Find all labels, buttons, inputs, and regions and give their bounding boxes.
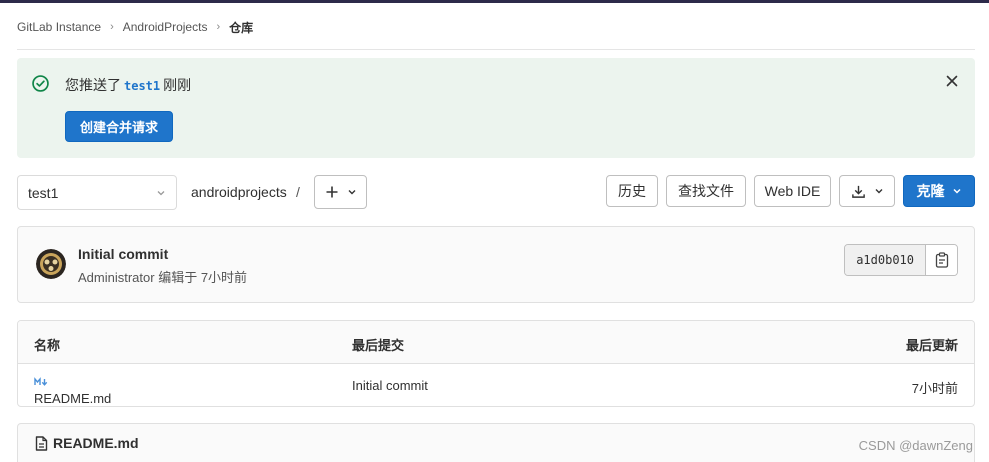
breadcrumb: GitLab Instance › AndroidProjects › 仓库 bbox=[17, 18, 253, 36]
breadcrumb-current[interactable]: 仓库 bbox=[229, 19, 253, 36]
push-alert: 您推送了 test1 刚刚 创建合并请求 bbox=[17, 58, 975, 158]
commit-title[interactable]: Initial commit bbox=[78, 246, 168, 262]
check-circle-icon bbox=[32, 75, 49, 92]
alert-message-suffix: 刚刚 bbox=[163, 77, 192, 93]
chevron-right-icon: › bbox=[110, 21, 114, 33]
commit-sha-group: a1d0b010 bbox=[844, 244, 958, 276]
file-table: 名称 最后提交 最后更新 README.md Initial commit 7小… bbox=[17, 320, 975, 407]
top-nav-edge bbox=[0, 0, 989, 3]
path-separator: / bbox=[296, 184, 300, 200]
table-row[interactable]: README.md Initial commit 7小时前 bbox=[18, 364, 974, 406]
clone-button-label: 克隆 bbox=[916, 183, 945, 199]
create-merge-request-button[interactable]: 创建合并请求 bbox=[65, 111, 173, 142]
alert-message-prefix: 您推送了 bbox=[65, 77, 121, 93]
table-header: 名称 最后提交 最后更新 bbox=[18, 321, 974, 364]
header-name: 名称 bbox=[34, 338, 61, 353]
chevron-down-icon bbox=[875, 189, 882, 194]
clipboard-icon bbox=[935, 252, 948, 268]
file-last-commit[interactable]: Initial commit bbox=[352, 378, 428, 393]
download-icon bbox=[851, 185, 865, 198]
breadcrumb-item-group[interactable]: AndroidProjects bbox=[123, 20, 208, 34]
avatar[interactable] bbox=[36, 249, 66, 279]
download-dropdown-button[interactable] bbox=[839, 175, 895, 207]
header-last-update: 最后更新 bbox=[905, 338, 958, 353]
readme-panel: README.md bbox=[17, 423, 975, 462]
chevron-down-icon bbox=[157, 191, 165, 196]
commit-sha[interactable]: a1d0b010 bbox=[845, 245, 926, 275]
commit-time: 编辑于 7小时前 bbox=[158, 270, 248, 285]
file-icon bbox=[35, 435, 48, 451]
plus-icon bbox=[326, 186, 337, 198]
add-dropdown-button[interactable] bbox=[314, 175, 367, 209]
commit-meta: Administrator 编辑于 7小时前 bbox=[78, 267, 247, 286]
watermark: CSDN @dawnZeng bbox=[858, 438, 973, 453]
history-button[interactable]: 历史 bbox=[606, 175, 658, 207]
alert-branch-name[interactable]: test1 bbox=[124, 79, 160, 93]
chevron-down-icon bbox=[952, 188, 961, 194]
file-name[interactable]: README.md bbox=[34, 391, 111, 406]
commit-author[interactable]: Administrator bbox=[78, 270, 155, 285]
chevron-down-icon bbox=[348, 190, 355, 195]
readme-header: README.md bbox=[35, 435, 139, 451]
branch-selector-value: test1 bbox=[28, 184, 59, 201]
copy-sha-button[interactable] bbox=[926, 245, 957, 275]
readme-title: README.md bbox=[53, 435, 139, 451]
file-updated: 7小时前 bbox=[911, 381, 958, 396]
repo-path[interactable]: androidprojects bbox=[191, 184, 287, 200]
branch-selector[interactable]: test1 bbox=[17, 175, 177, 210]
chevron-right-icon: › bbox=[216, 21, 221, 33]
last-commit-box: Initial commit Administrator 编辑于 7小时前 a1… bbox=[17, 226, 975, 303]
markdown-icon bbox=[34, 377, 48, 386]
close-icon[interactable] bbox=[944, 73, 960, 89]
clone-button[interactable]: 克隆 bbox=[903, 175, 975, 207]
web-ide-button[interactable]: Web IDE bbox=[754, 175, 831, 207]
file-name-cell[interactable]: README.md bbox=[34, 377, 111, 406]
find-file-button[interactable]: 查找文件 bbox=[666, 175, 746, 207]
header-last-commit: 最后提交 bbox=[352, 338, 405, 353]
breadcrumb-item-instance[interactable]: GitLab Instance bbox=[17, 20, 101, 34]
alert-message: 您推送了 test1 刚刚 bbox=[65, 75, 191, 95]
breadcrumb-divider bbox=[17, 49, 975, 50]
